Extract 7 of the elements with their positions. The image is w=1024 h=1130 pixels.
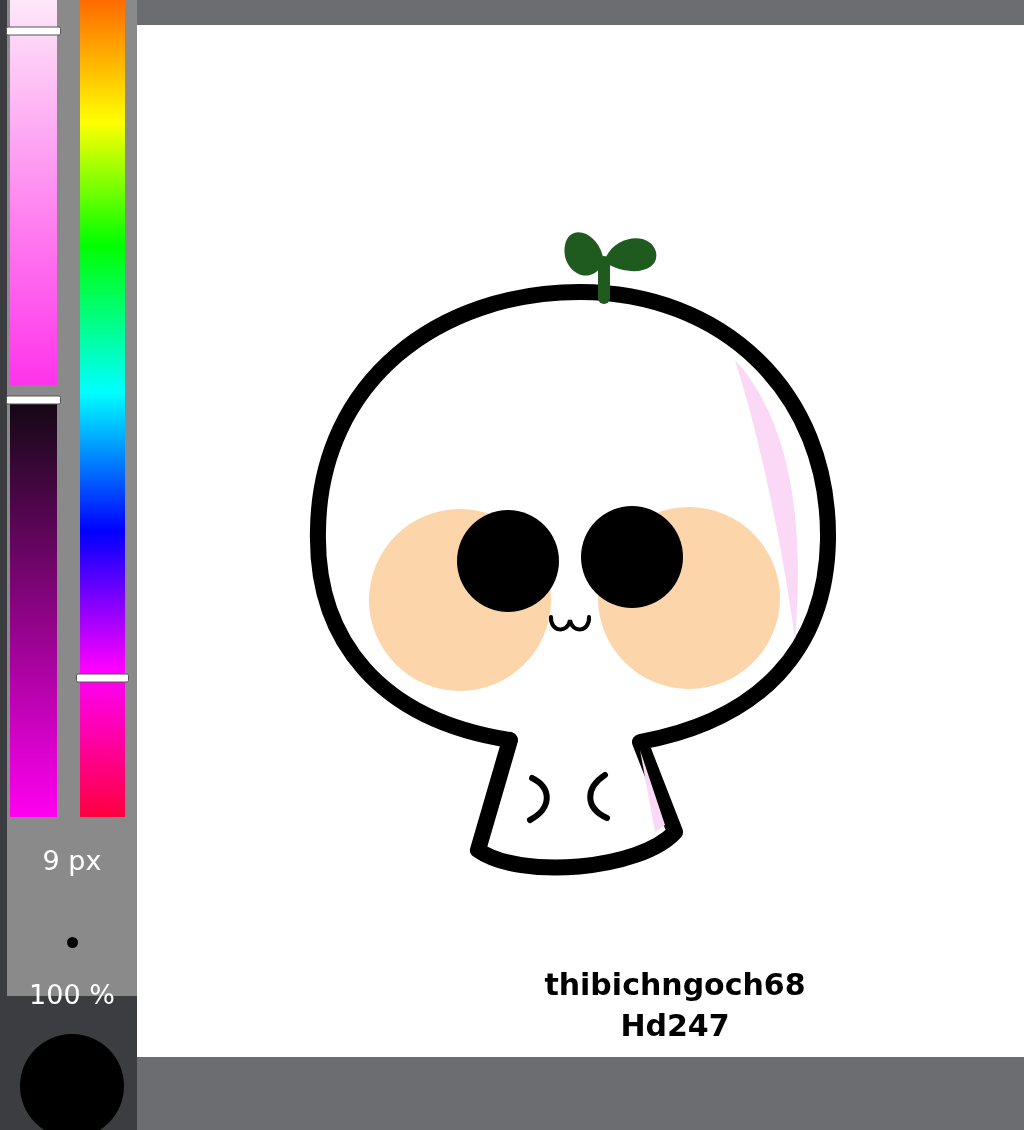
brush-size-label: 9 px <box>42 847 102 874</box>
signature-text: thibichngoch68 <box>544 967 806 1002</box>
brush-preview-icon <box>66 937 78 948</box>
signature-text: Hd247 <box>620 1008 730 1043</box>
slider-handle[interactable] <box>76 673 129 683</box>
slider-handle[interactable] <box>6 26 61 36</box>
slider-handle[interactable] <box>6 395 61 405</box>
